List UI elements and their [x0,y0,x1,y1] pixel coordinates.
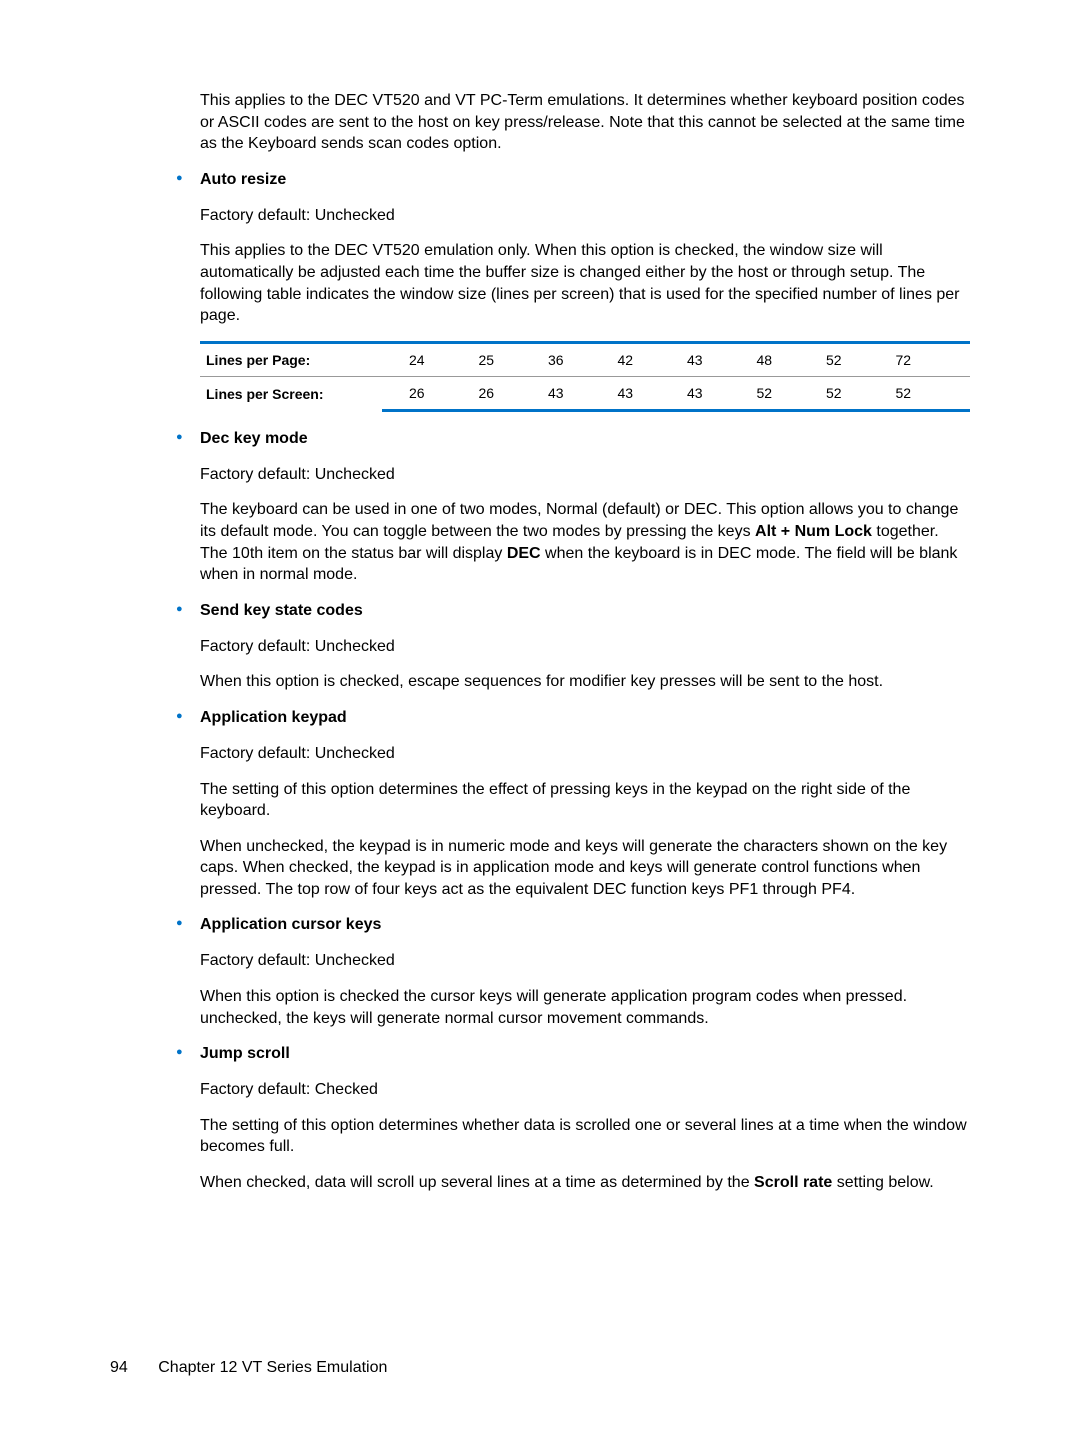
paragraph: When this option is checked, escape sequ… [200,671,970,693]
heading-dec-key-mode: Dec key mode [200,430,970,448]
factory-default: Factory default: Unchecked [200,205,970,227]
cell: 42 [591,342,661,376]
cell: 43 [660,342,730,376]
factory-default: Factory default: Unchecked [200,950,970,972]
cell: 43 [521,376,591,410]
cell: 25 [452,342,522,376]
factory-default: Factory default: Unchecked [200,636,970,658]
heading-jump-scroll: Jump scroll [200,1045,970,1063]
paragraph: The keyboard can be used in one of two m… [200,499,970,585]
page-body: This applies to the DEC VT520 and VT PC-… [0,0,1080,1194]
factory-default: Factory default: Unchecked [200,743,970,765]
text: When checked, data will scroll up severa… [200,1174,754,1191]
heading-application-cursor-keys: Application cursor keys [200,916,970,934]
section-auto-resize: Auto resize Factory default: Unchecked T… [110,171,970,327]
lines-table: Lines per Page: 24 25 36 42 43 48 52 72 … [200,341,970,412]
heading-auto-resize: Auto resize [200,171,970,189]
paragraph: When this option is checked the cursor k… [200,986,970,1029]
chapter-title: Chapter 12 VT Series Emulation [158,1359,387,1376]
page-number: 94 [110,1359,128,1377]
table-row: Lines per Screen: 26 26 43 43 43 52 52 5… [200,376,970,410]
cell: 52 [799,376,869,410]
section-application-keypad: Application keypad Factory default: Unch… [110,709,970,901]
cell: 52 [730,376,800,410]
setting-name: Scroll rate [754,1174,832,1191]
factory-default: Factory default: Checked [200,1079,970,1101]
paragraph: The setting of this option determines wh… [200,1115,970,1158]
cell: 43 [660,376,730,410]
cell: 26 [382,376,452,410]
row-label: Lines per Page: [200,342,382,376]
table-row: Lines per Page: 24 25 36 42 43 48 52 72 [200,342,970,376]
text: setting below. [832,1174,933,1191]
row-label: Lines per Screen: [200,376,382,410]
cell: 72 [869,342,939,376]
factory-default: Factory default: Unchecked [200,464,970,486]
paragraph: When unchecked, the keypad is in numeric… [200,836,970,901]
section-send-key-state: Send key state codes Factory default: Un… [110,602,970,693]
page-footer: 94 Chapter 12 VT Series Emulation [110,1359,387,1377]
cell: 26 [452,376,522,410]
key-combo: Alt + Num Lock [755,523,872,540]
section-application-cursor-keys: Application cursor keys Factory default:… [110,916,970,1029]
section-jump-scroll: Jump scroll Factory default: Checked The… [110,1045,970,1193]
cell: 52 [869,376,939,410]
section-dec-key-mode: Dec key mode Factory default: Unchecked … [110,430,970,586]
cell: 52 [799,342,869,376]
cell: 36 [521,342,591,376]
heading-send-key-state: Send key state codes [200,602,970,620]
cell: 43 [591,376,661,410]
intro-paragraph: This applies to the DEC VT520 and VT PC-… [200,90,970,155]
cell: 24 [382,342,452,376]
status-label: DEC [507,545,541,562]
paragraph: The setting of this option determines th… [200,779,970,822]
cell: 48 [730,342,800,376]
paragraph: When checked, data will scroll up severa… [200,1172,970,1194]
paragraph: This applies to the DEC VT520 emulation … [200,240,970,326]
heading-application-keypad: Application keypad [200,709,970,727]
